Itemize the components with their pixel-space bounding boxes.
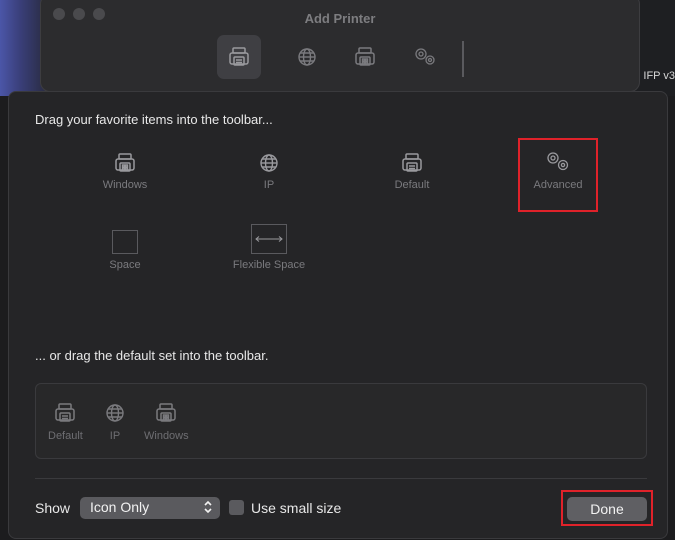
default-set-item-ip: IP <box>104 402 126 442</box>
palette-item-label: IP <box>263 179 275 191</box>
add-printer-window: Add Printer <box>40 0 640 92</box>
globe-icon <box>260 154 278 172</box>
palette-item-default[interactable]: Default <box>352 144 472 191</box>
globe-icon <box>106 404 124 422</box>
toolbar-ip-button[interactable] <box>285 35 329 79</box>
window-title: Add Printer <box>304 11 376 26</box>
palette-item-label: Space <box>109 259 141 271</box>
palette-item-label: Flexible Space <box>232 259 306 271</box>
show-label: Show <box>35 500 71 516</box>
customize-toolbar-sheet: Drag your favorite items into the toolba… <box>8 91 668 539</box>
show-select-value: Icon Only <box>90 499 150 515</box>
use-small-size-label: Use small size <box>251 500 342 516</box>
printer-icon <box>355 47 375 66</box>
default-set-item-windows: Windows <box>144 402 189 442</box>
default-toolbar-set[interactable]: Default IP Windows <box>35 383 647 459</box>
printer-icon <box>402 153 422 172</box>
space-box-icon <box>112 230 138 254</box>
gears-icon <box>415 48 435 65</box>
toolbar-default-button[interactable] <box>217 35 261 79</box>
desktop-label: IFP v3 <box>643 70 675 82</box>
palette-item-space[interactable]: Space <box>65 224 185 271</box>
updown-chevron-icon <box>204 500 212 514</box>
sheet-heading: Drag your favorite items into the toolba… <box>35 112 273 127</box>
palette-item-label: Default <box>394 179 430 191</box>
printer-icon <box>229 47 249 66</box>
toolbar-windows-button[interactable] <box>343 35 387 79</box>
toolbar-advanced-button[interactable] <box>403 35 447 79</box>
palette-item-label: Windows <box>102 179 148 191</box>
globe-icon <box>298 48 316 66</box>
default-set-heading: ... or drag the default set into the too… <box>35 348 269 363</box>
default-set-label: Default <box>48 430 83 442</box>
advanced-highlight-box <box>518 138 598 212</box>
flexible-space-icon <box>251 224 287 254</box>
palette-item-flexible-space[interactable]: Flexible Space <box>209 224 329 271</box>
printer-icon <box>115 153 135 172</box>
done-highlight-box <box>561 490 653 526</box>
default-set-label: IP <box>109 430 121 442</box>
use-small-size-checkbox[interactable] <box>229 500 244 515</box>
printer-icon <box>156 403 177 422</box>
printer-icon <box>55 403 76 422</box>
palette-item-windows[interactable]: Windows <box>65 144 185 191</box>
palette-item-ip[interactable]: IP <box>209 144 329 191</box>
default-set-label: Windows <box>144 430 189 442</box>
footer-divider <box>35 478 647 479</box>
default-set-item-default: Default <box>48 402 83 442</box>
toolbar-separator <box>462 41 464 77</box>
show-select[interactable]: Icon Only <box>80 497 220 519</box>
